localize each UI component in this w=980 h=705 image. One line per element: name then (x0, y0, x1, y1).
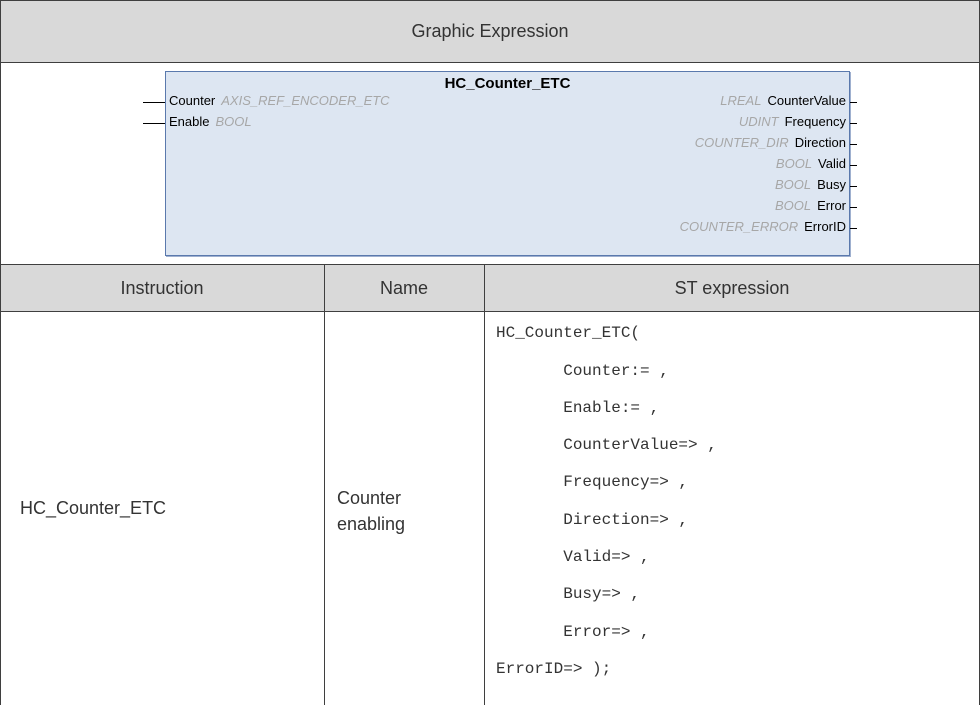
output-pin-type: COUNTER_ERROR (679, 219, 799, 234)
output-pin-type: BOOL (775, 156, 813, 171)
instruction-cell: HC_Counter_ETC (20, 498, 167, 518)
column-header-label: ST expression (674, 277, 790, 298)
input-pin-type: BOOL (215, 114, 252, 129)
row-divider (0, 264, 980, 265)
output-lead-line (850, 123, 857, 124)
output-pin-errorid: COUNTER_ERROR ErrorID (680, 218, 846, 235)
column-header-label: Name (379, 277, 428, 298)
output-pin-name: Valid (818, 156, 846, 171)
output-lead-line (850, 207, 857, 208)
column-divider (484, 264, 485, 705)
output-pin-frequency: UDINT Frequency (739, 113, 846, 130)
output-lead-line (850, 186, 857, 187)
output-pin-error: BOOL Error (775, 197, 846, 214)
input-lead-line (143, 102, 165, 103)
output-pin-name: ErrorID (804, 219, 846, 234)
st-expression-line: Direction=> , (496, 511, 689, 529)
st-expression-line: CounterValue=> , (496, 436, 717, 454)
table-header-name: Name (324, 264, 484, 312)
output-pin-type: BOOL (774, 177, 812, 192)
function-block-title: HC_Counter_ETC (444, 75, 571, 92)
graphic-expression-header: Graphic Expression (0, 0, 980, 62)
column-header-label: Instruction (120, 277, 204, 298)
graphic-expression-title: Graphic Expression (411, 20, 569, 41)
st-expression-line: Busy=> , (496, 585, 641, 603)
output-pin-type: LREAL (720, 93, 762, 108)
st-expression-line: Frequency=> , (496, 473, 689, 491)
output-pin-type: COUNTER_DIR (694, 135, 789, 150)
output-pin-busy: BOOL Busy (775, 176, 846, 193)
input-lead-line (143, 123, 165, 124)
output-pin-type: UDINT (738, 114, 779, 129)
table-border-top (0, 0, 980, 1)
input-pin-enable: Enable BOOL (169, 113, 252, 130)
name-line: Counter (337, 488, 402, 508)
output-pin-name: Busy (817, 177, 846, 192)
output-pin-type: BOOL (774, 198, 812, 213)
input-pin-counter: Counter AXIS_REF_ENCODER_ETC (169, 92, 390, 109)
output-pin-countervalue: LREAL CounterValue (720, 92, 846, 109)
st-expression-line: Valid=> , (496, 548, 650, 566)
output-pin-name: CounterValue (767, 93, 846, 108)
column-divider (324, 264, 325, 705)
output-pin-name: Direction (794, 135, 846, 150)
output-lead-line (850, 228, 857, 229)
table-header-instruction: Instruction (0, 264, 324, 312)
st-expression-line: Enable:= , (496, 399, 660, 417)
output-lead-line (850, 144, 857, 145)
st-expression-line: HC_Counter_ETC( (496, 324, 641, 342)
table-border-left (0, 0, 1, 705)
st-expression-line: ErrorID=> ); (496, 660, 612, 678)
output-pin-direction: COUNTER_DIR Direction (695, 134, 846, 151)
st-expression-line: Counter:= , (496, 362, 669, 380)
st-expression-line: Error=> , (496, 623, 650, 641)
name-line: enabling (337, 514, 406, 534)
output-lead-line (850, 165, 857, 166)
output-pin-name: Error (817, 198, 846, 213)
row-divider (0, 311, 980, 312)
row-divider (0, 62, 980, 63)
output-pin-name: Frequency (784, 114, 846, 129)
input-pin-name: Counter (169, 93, 216, 108)
input-pin-type: AXIS_REF_ENCODER_ETC (221, 93, 390, 108)
function-block-hc-counter-etc: HC_Counter_ETC Counter AXIS_REF_ENCODER_E… (165, 71, 850, 256)
input-pin-name: Enable (169, 114, 210, 129)
output-lead-line (850, 102, 857, 103)
table-header-st-expression: ST expression (484, 264, 980, 312)
output-pin-valid: BOOL Valid (776, 155, 846, 172)
name-cell: Counter enabling (337, 485, 405, 537)
